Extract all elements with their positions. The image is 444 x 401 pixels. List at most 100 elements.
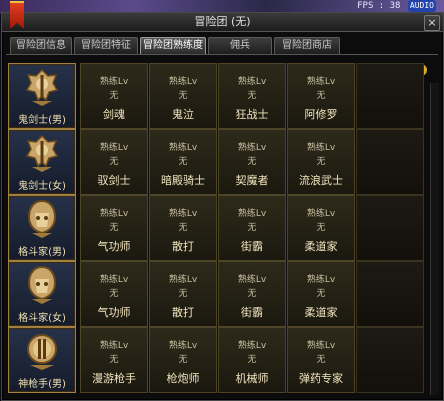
proficiency-row: 神枪手(男) 熟练Lv 无漫游枪手 熟练Lv 无枪炮师 熟练Lv 无机械师 熟练Lv 无弹药专家	[8, 327, 426, 393]
job-name: 机械师	[235, 372, 269, 385]
job-name: 鬼泣	[172, 108, 194, 121]
proficiency-level-label: 熟练Lv	[168, 341, 198, 351]
audio-indicator: AUDIO	[407, 0, 436, 12]
hud-status: FPS : 38 AUDIO	[357, 0, 438, 12]
tab-team-traits[interactable]: 冒险团特征	[74, 37, 138, 54]
empty-cell	[356, 195, 424, 261]
proficiency-level-value: 无	[109, 223, 119, 233]
fighter-emblem-icon	[24, 199, 60, 239]
proficiency-row: 鬼剑士(男) 熟练Lv 无剑魂 熟练Lv 无鬼泣 熟练Lv 无狂战士 熟练Lv 无阿修罗	[8, 63, 426, 129]
proficiency-level-value: 无	[247, 223, 257, 233]
proficiency-grid: 鬼剑士(男) 熟练Lv 无剑魂 熟练Lv 无鬼泣 熟练Lv 无狂战士 熟练Lv 无阿修罗 鬼剑士(…	[8, 59, 426, 397]
job-proficiency-cell[interactable]: 熟练Lv 无漫游枪手	[80, 327, 148, 393]
tab-bar: 冒险团信息 冒险团特征 冒险团熟练度 佣兵 冒险团商店	[6, 37, 442, 55]
adventure-team-window: 冒险团 (无) × 冒险团信息 冒险团特征 冒险团熟练度 佣兵 冒险团商店 ? …	[1, 1, 444, 401]
proficiency-level-value: 无	[316, 355, 326, 365]
job-proficiency-cell[interactable]: 熟练Lv 无枪炮师	[149, 327, 217, 393]
job-proficiency-cell[interactable]: 熟练Lv 无柔道家	[287, 195, 355, 261]
character-card[interactable]: 神枪手(男)	[8, 327, 76, 393]
character-card[interactable]: 格斗家(男)	[8, 195, 76, 261]
proficiency-level-label: 熟练Lv	[237, 341, 267, 351]
tab-team-shop[interactable]: 冒险团商店	[274, 37, 340, 54]
job-proficiency-cell[interactable]: 熟练Lv 无街霸	[218, 195, 286, 261]
job-name: 气功师	[97, 240, 131, 253]
job-name: 柔道家	[304, 240, 338, 253]
job-proficiency-cell[interactable]: 熟练Lv 无流浪武士	[287, 129, 355, 195]
proficiency-level-value: 无	[109, 91, 119, 101]
proficiency-level-label: 熟练Lv	[99, 209, 129, 219]
job-proficiency-cell[interactable]: 熟练Lv 无散打	[149, 261, 217, 327]
job-name: 剑魂	[103, 108, 125, 121]
fps-counter: FPS : 38	[357, 1, 401, 11]
job-name: 阿修罗	[304, 108, 338, 121]
job-proficiency-cell[interactable]: 熟练Lv 无弹药专家	[287, 327, 355, 393]
proficiency-level-label: 熟练Lv	[237, 143, 267, 153]
job-proficiency-cell[interactable]: 熟练Lv 无气功师	[80, 261, 148, 327]
proficiency-level-label: 熟练Lv	[306, 341, 336, 351]
job-proficiency-cell[interactable]: 熟练Lv 无散打	[149, 195, 217, 261]
proficiency-level-value: 无	[247, 157, 257, 167]
character-name: 神枪手(男)	[18, 379, 66, 390]
job-name: 散打	[172, 240, 194, 253]
proficiency-level-label: 熟练Lv	[306, 209, 336, 219]
job-proficiency-cell[interactable]: 熟练Lv 无鬼泣	[149, 63, 217, 129]
job-name: 狂战士	[235, 108, 269, 121]
proficiency-level-value: 无	[109, 289, 119, 299]
proficiency-level-label: 熟练Lv	[168, 209, 198, 219]
job-proficiency-cell[interactable]: 熟练Lv 无街霸	[218, 261, 286, 327]
character-card[interactable]: 鬼剑士(女)	[8, 129, 76, 195]
window-titlebar[interactable]: 冒险团 (无) ×	[2, 13, 443, 32]
close-button[interactable]: ×	[424, 15, 440, 31]
job-name: 驭剑士	[97, 174, 131, 187]
character-card[interactable]: 鬼剑士(男)	[8, 63, 76, 129]
tab-divider	[6, 54, 438, 55]
tab-mercenary[interactable]: 佣兵	[208, 37, 272, 54]
job-name: 枪炮师	[166, 372, 200, 385]
proficiency-level-value: 无	[178, 91, 188, 101]
proficiency-level-label: 熟练Lv	[237, 77, 267, 87]
proficiency-level-value: 无	[178, 157, 188, 167]
job-name: 弹药专家	[299, 372, 343, 385]
tab-team-info[interactable]: 冒险团信息	[10, 37, 72, 54]
job-name: 流浪武士	[299, 174, 343, 187]
tab-team-proficiency[interactable]: 冒险团熟练度	[140, 37, 206, 54]
proficiency-row: 格斗家(女) 熟练Lv 无气功师 熟练Lv 无散打 熟练Lv 无街霸 熟练Lv 无柔道家	[8, 261, 426, 327]
job-proficiency-cell[interactable]: 熟练Lv 无气功师	[80, 195, 148, 261]
job-name: 柔道家	[304, 306, 338, 319]
job-proficiency-cell[interactable]: 熟练Lv 无契魔者	[218, 129, 286, 195]
job-proficiency-cell[interactable]: 熟练Lv 无剑魂	[80, 63, 148, 129]
job-proficiency-cell[interactable]: 熟练Lv 无柔道家	[287, 261, 355, 327]
proficiency-level-value: 无	[178, 355, 188, 365]
character-name: 格斗家(男)	[18, 247, 66, 258]
character-card[interactable]: 格斗家(女)	[8, 261, 76, 327]
proficiency-level-label: 熟练Lv	[237, 275, 267, 285]
proficiency-level-value: 无	[247, 91, 257, 101]
job-proficiency-cell[interactable]: 熟练Lv 无阿修罗	[287, 63, 355, 129]
job-proficiency-cell[interactable]: 熟练Lv 无暗殿骑士	[149, 129, 217, 195]
proficiency-level-label: 熟练Lv	[306, 143, 336, 153]
proficiency-level-label: 熟练Lv	[99, 77, 129, 87]
job-proficiency-cell[interactable]: 熟练Lv 无机械师	[218, 327, 286, 393]
proficiency-level-value: 无	[178, 223, 188, 233]
proficiency-level-value: 无	[316, 157, 326, 167]
job-name: 散打	[172, 306, 194, 319]
character-name: 格斗家(女)	[18, 313, 66, 324]
proficiency-row: 格斗家(男) 熟练Lv 无气功师 熟练Lv 无散打 熟练Lv 无街霸 熟练Lv 无柔道家	[8, 195, 426, 261]
proficiency-level-label: 熟练Lv	[99, 341, 129, 351]
job-name: 街霸	[241, 240, 263, 253]
job-proficiency-cell[interactable]: 熟练Lv 无狂战士	[218, 63, 286, 129]
fighter-emblem-icon	[24, 265, 60, 305]
proficiency-level-label: 熟练Lv	[168, 275, 198, 285]
job-name: 街霸	[241, 306, 263, 319]
proficiency-level-value: 无	[178, 289, 188, 299]
empty-cell	[356, 129, 424, 195]
character-name: 鬼剑士(男)	[18, 115, 66, 126]
empty-cell	[356, 63, 424, 129]
proficiency-level-label: 熟练Lv	[99, 275, 129, 285]
empty-cell	[356, 327, 424, 393]
job-name: 暗殿骑士	[161, 174, 205, 187]
job-proficiency-cell[interactable]: 熟练Lv 无驭剑士	[80, 129, 148, 195]
scrollbar[interactable]	[430, 83, 439, 395]
slayer-emblem-icon	[24, 133, 60, 173]
proficiency-level-label: 熟练Lv	[168, 77, 198, 87]
